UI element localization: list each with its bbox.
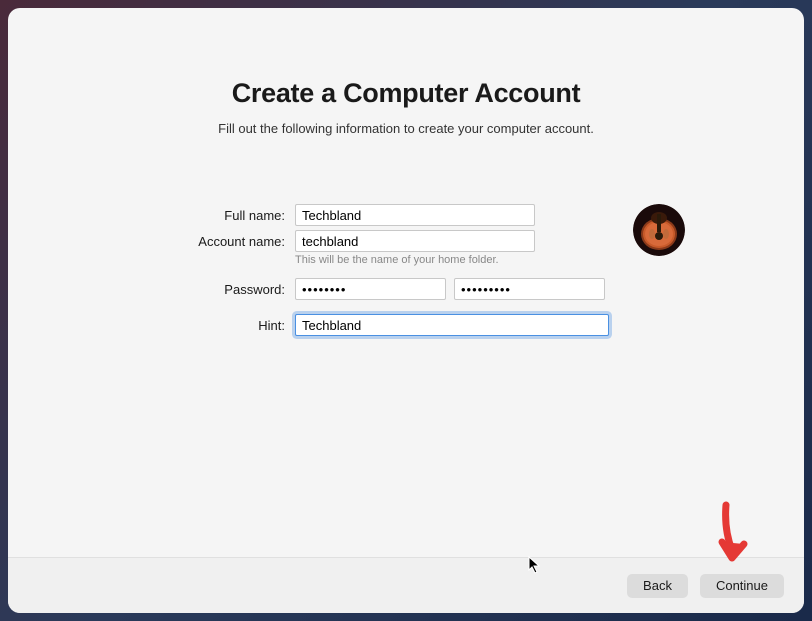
form-area: Full name: Account name: This will be th… [127,204,685,340]
create-account-dialog: Create a Computer Account Fill out the f… [8,8,804,613]
fullname-row: Full name: [127,204,609,226]
password-input[interactable] [295,278,446,300]
accountname-row: Account name: [127,230,609,252]
accountname-label: Account name: [127,234,287,249]
dialog-footer: Back Continue [8,557,804,613]
accountname-note: This will be the name of your home folde… [295,254,609,266]
password-inputs-wrap [295,278,605,300]
form-grid: Full name: Account name: This will be th… [127,204,609,340]
password-row: Password: [127,278,609,300]
dialog-content: Create a Computer Account Fill out the f… [8,8,804,557]
avatar-picker[interactable] [633,204,685,256]
hint-row: Hint: [127,314,609,336]
fullname-input[interactable] [295,204,535,226]
back-button[interactable]: Back [627,574,688,598]
continue-button[interactable]: Continue [700,574,784,598]
password-label: Password: [127,282,287,297]
hint-label: Hint: [127,318,287,333]
dialog-subtitle: Fill out the following information to cr… [218,121,594,136]
accountname-input[interactable] [295,230,535,252]
password-verify-input[interactable] [454,278,605,300]
guitar-avatar-icon [633,204,685,256]
dialog-title: Create a Computer Account [232,78,581,109]
hint-input[interactable] [295,314,609,336]
fullname-label: Full name: [127,208,287,223]
